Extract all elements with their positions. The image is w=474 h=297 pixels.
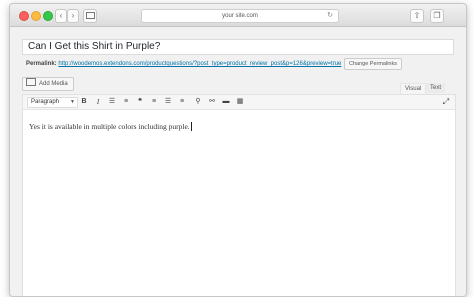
- sidebar-button[interactable]: [83, 9, 97, 23]
- align-left-icon[interactable]: ≡: [149, 97, 159, 107]
- media-icon: [26, 78, 36, 86]
- chevron-left-icon: ‹: [59, 11, 63, 20]
- share-button[interactable]: ⇧: [410, 9, 424, 23]
- tab-text[interactable]: Text: [426, 83, 446, 93]
- page-content: Can I Get this Shirt in Purple? Permalin…: [10, 27, 466, 296]
- unlink-icon[interactable]: ⚯: [207, 97, 217, 107]
- post-editor: Paragraph ▼ B I ☰ ≡ ❝ ≡ ☰ ≡ ⚲ ⚯ ▬ ▦ ⤢ Ye…: [22, 94, 456, 296]
- browser-window: ‹ › your site.com ↻ ⇧ ❐ Can I Get this S…: [9, 3, 467, 297]
- text-cursor: [190, 122, 192, 131]
- format-select[interactable]: Paragraph ▼: [27, 97, 78, 108]
- blockquote-icon[interactable]: ❝: [135, 97, 145, 107]
- tabs-button[interactable]: ❐: [430, 9, 444, 23]
- tabs-icon: ❐: [433, 11, 441, 20]
- toolbar-toggle-icon[interactable]: ▦: [235, 97, 245, 107]
- permalink-label: Permalink:: [26, 61, 57, 67]
- post-body[interactable]: Yes it is available in multiple colors i…: [29, 122, 192, 131]
- close-window-button[interactable]: [19, 11, 29, 21]
- change-permalinks-button[interactable]: Change Permalinks: [344, 58, 402, 70]
- link-icon[interactable]: ⚲: [193, 97, 203, 107]
- format-select-value: Paragraph: [31, 99, 60, 105]
- caret-down-icon: ▼: [70, 99, 75, 105]
- permalink-url[interactable]: http://woodemos.extendons.com/productque…: [58, 61, 341, 67]
- address-bar[interactable]: your site.com ↻: [141, 9, 339, 23]
- permalink-row: Permalink: http://woodemos.extendons.com…: [26, 58, 341, 70]
- editor-toolbar: Paragraph ▼ B I ☰ ≡ ❝ ≡ ☰ ≡ ⚲ ⚯ ▬ ▦ ⤢: [23, 95, 455, 110]
- post-body-text: Yes it is available in multiple colors i…: [29, 122, 190, 131]
- tab-visual[interactable]: Visual: [400, 83, 427, 94]
- minimize-window-button[interactable]: [31, 11, 41, 21]
- add-media-label: Add Media: [39, 81, 68, 87]
- forward-button[interactable]: ›: [67, 9, 79, 23]
- add-media-button[interactable]: Add Media: [22, 77, 74, 91]
- url-text: your site.com: [222, 13, 258, 19]
- numbered-list-icon[interactable]: ≡: [121, 97, 131, 107]
- maximize-window-button[interactable]: [43, 11, 53, 21]
- share-icon: ⇧: [413, 11, 421, 20]
- bold-icon[interactable]: B: [79, 97, 89, 107]
- back-button[interactable]: ‹: [55, 9, 67, 23]
- bulleted-list-icon[interactable]: ☰: [107, 97, 117, 107]
- read-more-icon[interactable]: ▬: [221, 97, 231, 107]
- align-right-icon[interactable]: ≡: [177, 97, 187, 107]
- italic-icon[interactable]: I: [93, 97, 103, 107]
- chevron-right-icon: ›: [71, 11, 75, 20]
- browser-titlebar: ‹ › your site.com ↻ ⇧ ❐: [10, 4, 466, 27]
- fullscreen-icon[interactable]: ⤢: [441, 97, 451, 107]
- post-title-input[interactable]: Can I Get this Shirt in Purple?: [22, 39, 454, 55]
- align-center-icon[interactable]: ☰: [163, 97, 173, 107]
- sidebar-icon: [85, 12, 95, 19]
- reload-icon[interactable]: ↻: [327, 10, 333, 22]
